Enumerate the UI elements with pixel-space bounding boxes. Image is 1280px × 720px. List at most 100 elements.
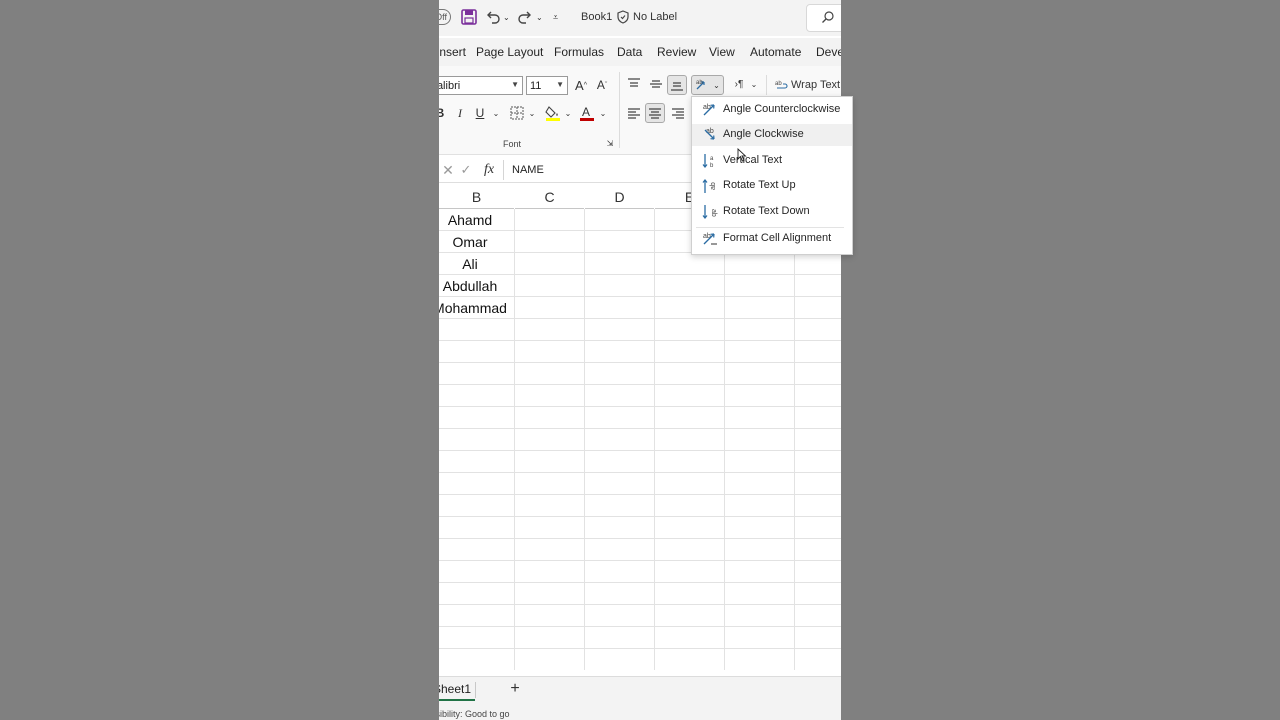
fill-color-icon[interactable] [545, 103, 561, 123]
svg-text:ab: ab [710, 209, 717, 217]
italic-icon[interactable]: I [453, 104, 467, 122]
menu-item-format-cell-alignment[interactable]: ab Format Cell Alignment [692, 228, 852, 250]
menu-item-label: Angle Counterclockwise [723, 103, 841, 115]
cell-b2[interactable]: Ahamd [439, 209, 507, 231]
cell-b3[interactable]: Omar [439, 231, 507, 253]
gridline [439, 538, 841, 539]
align-center-icon[interactable] [645, 103, 665, 123]
gridline [439, 648, 841, 649]
bottom-align-icon[interactable] [667, 75, 687, 95]
top-align-icon[interactable] [625, 75, 643, 93]
borders-dropdown-icon[interactable]: ⌄ [527, 106, 537, 120]
borders-icon[interactable] [509, 104, 525, 122]
menu-item-label: Angle Clockwise [723, 128, 804, 140]
ribbon-tabs: Insert Page Layout Formulas Data Review … [439, 38, 841, 66]
sheet-tab-label: Sheet1 [439, 682, 472, 696]
align-right-icon[interactable] [669, 104, 687, 122]
menu-item-rotate-text-up[interactable]: ab Rotate Text Up [692, 175, 852, 197]
svg-text:ab: ab [710, 182, 717, 190]
search-icon [822, 11, 834, 23]
gridline [439, 560, 841, 561]
formula-input[interactable]: NAME [503, 160, 693, 180]
gridline [439, 384, 841, 385]
tab-page-layout[interactable]: Page Layout [476, 45, 543, 59]
undo-dropdown-icon[interactable]: ⌄ [503, 7, 510, 27]
status-bar: Accessibility: Good to go [439, 704, 841, 720]
bold-icon[interactable]: B [439, 104, 447, 122]
add-sheet-label: + [510, 680, 520, 697]
insert-function-icon[interactable]: fx [481, 161, 497, 179]
autosave-toggle[interactable]: Off [439, 9, 451, 25]
menu-item-angle-clockwise[interactable]: ab Angle Clockwise [692, 124, 852, 146]
gridline [439, 274, 841, 275]
group-divider [619, 72, 620, 148]
sheet-tab-sheet1[interactable]: Sheet1 [439, 680, 475, 701]
cell-b4[interactable]: Ali [439, 253, 507, 275]
chevron-down-icon: ⌄ [713, 80, 720, 90]
gridline [439, 406, 841, 407]
font-color-icon[interactable]: A [579, 103, 595, 123]
font-dialog-launcher-icon[interactable]: ⇲ [605, 138, 615, 148]
tab-review[interactable]: Review [657, 45, 696, 59]
font-color-dropdown-icon[interactable]: ⌄ [598, 106, 608, 120]
sheet-tab-bar: Sheet1 + [439, 676, 841, 705]
angle-clockwise-icon: ab [704, 128, 715, 140]
tab-formulas[interactable]: Formulas [554, 45, 604, 59]
save-icon[interactable] [460, 7, 478, 27]
gridline [439, 494, 841, 495]
underline-dropdown-icon[interactable]: ⌄ [491, 106, 501, 120]
search-box[interactable] [806, 4, 841, 32]
menu-item-vertical-text[interactable]: ab Vertical Text [692, 150, 852, 172]
document-name[interactable]: Book1 [581, 7, 612, 27]
sensitivity-label-icon[interactable] [616, 7, 630, 27]
column-header-c[interactable]: C [515, 187, 584, 209]
fill-color-dropdown-icon[interactable]: ⌄ [563, 106, 573, 120]
menu-item-label: Vertical Text [723, 154, 783, 166]
wrap-text-button[interactable]: ab Wrap Text [775, 75, 840, 95]
formula-value: NAME [512, 164, 544, 176]
divider [766, 75, 767, 95]
gridline [439, 318, 841, 319]
redo-icon[interactable] [517, 7, 533, 27]
underline-icon[interactable]: U [473, 104, 487, 122]
menu-item-label: Rotate Text Up [723, 179, 796, 191]
tab-developer[interactable]: Deve [816, 45, 841, 59]
middle-align-icon[interactable] [647, 75, 665, 93]
enter-icon[interactable]: ✓ [459, 162, 473, 178]
customize-qat-icon[interactable]: ⩡ [553, 7, 558, 27]
accessibility-status[interactable]: Accessibility: Good to go [439, 704, 510, 720]
redo-dropdown-icon[interactable]: ⌄ [536, 7, 543, 27]
text-direction-icon[interactable]: ›¶ [731, 75, 747, 93]
menu-item-angle-counterclockwise[interactable]: ab Angle Counterclockwise [692, 99, 852, 121]
cancel-icon[interactable]: ✕ [441, 162, 455, 178]
wrap-text-label: Wrap Text [791, 79, 841, 91]
column-header-d[interactable]: D [585, 187, 654, 209]
tab-insert[interactable]: Insert [439, 45, 466, 59]
svg-text:ab: ab [696, 80, 703, 86]
undo-icon[interactable] [485, 7, 501, 27]
increase-font-size-icon[interactable]: A ^ [572, 76, 590, 94]
font-name-select[interactable]: Calibri ▼ [439, 76, 523, 95]
tab-view[interactable]: View [709, 45, 735, 59]
menu-item-rotate-text-down[interactable]: ab Rotate Text Down [692, 201, 852, 223]
orientation-button[interactable]: ab ⌄ [691, 75, 724, 95]
gridline [439, 450, 841, 451]
tab-data[interactable]: Data [617, 45, 642, 59]
gridline [439, 516, 841, 517]
add-sheet-icon[interactable]: + [507, 678, 523, 700]
text-direction-dropdown-icon[interactable]: ⌄ [749, 77, 759, 91]
font-group-label: Font [503, 139, 522, 149]
decrease-font-size-icon[interactable]: Aˇ [593, 76, 611, 94]
fx-label: fx [483, 162, 495, 177]
gridline [439, 604, 841, 605]
orientation-menu: ab Angle Counterclockwise ab Angle Clock… [691, 96, 853, 255]
cell-b6[interactable]: Mohammad [439, 297, 507, 319]
align-left-icon[interactable] [625, 104, 643, 122]
sensitivity-label-text[interactable]: No Label [633, 7, 677, 27]
cell-b5[interactable]: Abdullah [439, 275, 507, 297]
font-size-select[interactable]: 11 ▼ [526, 76, 568, 95]
column-header-b[interactable]: B [439, 187, 514, 209]
tab-automate[interactable]: Automate [750, 45, 801, 59]
gridline [439, 428, 841, 429]
gridline [439, 582, 841, 583]
